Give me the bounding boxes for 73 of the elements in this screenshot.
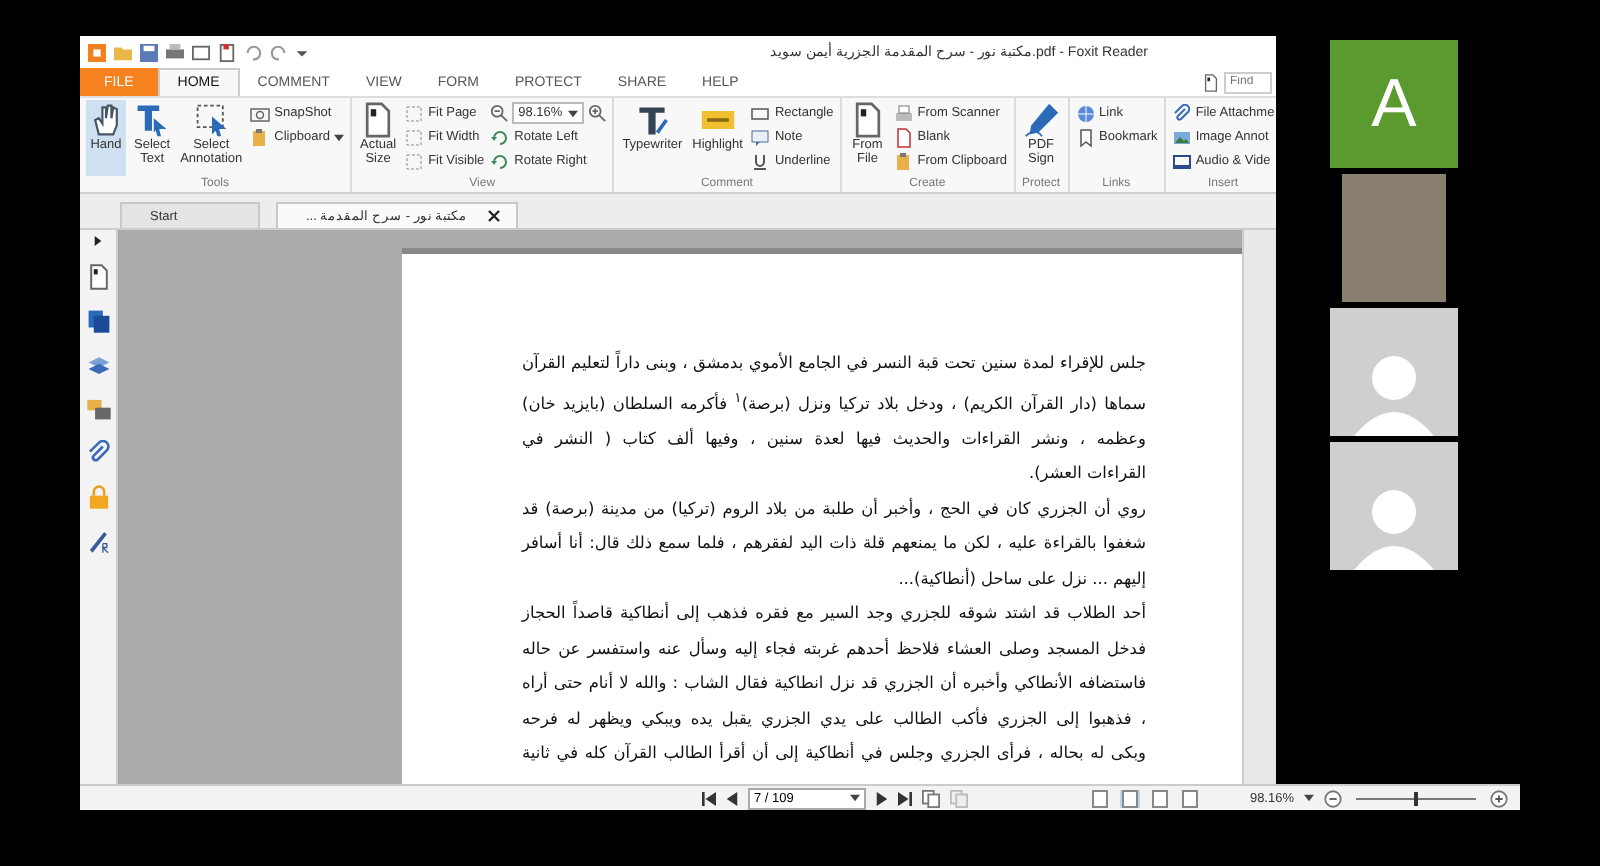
zoom-out-icon[interactable] [490, 104, 509, 122]
note-icon [750, 127, 771, 147]
typewriter-icon [634, 102, 671, 138]
fit-icon [404, 151, 425, 171]
hand-icon [88, 102, 124, 138]
rectangle-icon [750, 103, 771, 123]
previous-page-icon[interactable] [726, 791, 738, 805]
lock-icon [85, 484, 111, 510]
video-icon [1171, 151, 1192, 171]
participant-tile: A [1330, 40, 1458, 168]
app-logo-icon[interactable] [88, 43, 106, 61]
zoom-in-icon[interactable] [588, 104, 607, 122]
text-line: سماها (دار القرآن الكريم) ، ودخل بلاد تركيا ونزل (برصة)$^{١}$ فأكرمه السلطان (بايزيد خان) [522, 387, 1146, 417]
pages-icon [85, 308, 111, 334]
vertical-scrollbar[interactable] [1242, 230, 1276, 784]
text-line: القراءات العشر). [1027, 460, 1146, 487]
text-line: روي أن الجزري كان في الحج ، وأخبر أن طلبة من بلاد الروم (تركيا) من مدينة (برصة) قد [522, 495, 1146, 522]
paperclip-icon [1171, 103, 1192, 123]
image-icon [1171, 127, 1192, 147]
view-mode-button[interactable] [1089, 789, 1110, 807]
view-mode-button[interactable] [1149, 789, 1170, 807]
text-line: وبكى له بحاله ، فرأى الجزري وجلس في أنطاكية إلى أن أقرأ الطالب القرآن كله في ثانية [522, 739, 1146, 767]
document-icon[interactable] [218, 43, 236, 61]
page-icon [85, 264, 111, 290]
rotate-icon [490, 127, 511, 147]
cursor-icon [134, 102, 171, 138]
clipboard-icon [893, 151, 914, 171]
first-page-icon[interactable] [702, 791, 716, 805]
bookmark-icon [1075, 127, 1096, 147]
avatar-silhouette-icon [1354, 486, 1434, 570]
clipboard-icon [250, 127, 271, 147]
zoom-in-icon[interactable] [1490, 789, 1508, 807]
selection-icon [193, 102, 230, 138]
fit-icon [404, 127, 425, 147]
view-mode-button[interactable] [1179, 789, 1200, 807]
close-icon[interactable] [487, 210, 500, 222]
undo-icon[interactable] [244, 43, 262, 61]
text-line: وعظمه ، ونشر القراءات والحديث فيها لعدة سنين ، وفيها ألف كتاب ( النشر في [522, 425, 1146, 452]
layers-icon [85, 352, 111, 378]
view-mode-button[interactable] [1119, 789, 1140, 807]
text-line: إليهم ... نزل على ساحل (أنطاكية)... [896, 565, 1146, 592]
text-line: شغفوا بالقراءة عليه ، لكن ما يمنعهم قلة ذات اليد لفقرهم ، فلما سمع ذلك قال: أنا أسافر [522, 529, 1146, 557]
zoom-out-icon[interactable] [1324, 789, 1342, 807]
redo-icon[interactable] [270, 43, 288, 61]
text-line: أحد الطلاب قد اشتد شوقه للجزري وجد السير مع فقره فذهب إلى أنطاكية قاصداً الحجاز [522, 598, 1146, 627]
caret-icon [334, 133, 344, 141]
underline-icon [750, 151, 771, 171]
expand-icon[interactable] [94, 236, 102, 246]
fit-icon [404, 103, 425, 123]
caret-icon[interactable] [849, 794, 860, 802]
avatar-silhouette-icon [1354, 352, 1434, 436]
window-icon[interactable] [192, 43, 210, 61]
caret-icon[interactable] [568, 109, 579, 117]
scanner-icon [893, 103, 914, 123]
text-line: فدخل المسجد وصلى العشاء فلاحظ أحدهم غربته فجاء إليه وسأل عنه واستفسر عن حاله [522, 635, 1146, 662]
last-page-icon[interactable] [897, 791, 912, 805]
paperclip-icon [85, 440, 111, 466]
camera-icon [250, 103, 271, 123]
blank-page-icon [893, 127, 914, 147]
rotate-icon [490, 151, 511, 171]
pen-icon [1023, 102, 1060, 138]
globe-icon [1075, 103, 1096, 123]
signature-icon [85, 528, 111, 554]
text-line: جلس للإقراء لمدة سنين تحت قبة النسر في الجامع الأموي بدمشق ، وبنى داراً لتعليم القرآن [522, 348, 1146, 376]
comments-icon [85, 396, 111, 422]
text-line: ، فذهبوا إلى الجزري فأكب الطالب على يدي الجزري يقبل يده ويبكي ويظهر له فرحه [522, 705, 1146, 732]
caret-icon[interactable] [1304, 794, 1314, 802]
next-page-icon[interactable] [875, 791, 888, 805]
video-placeholder [1342, 174, 1446, 302]
save-icon[interactable] [140, 43, 158, 61]
page-icon [1202, 73, 1220, 91]
print-icon[interactable] [166, 43, 184, 61]
text-line: فاستضافه الأنطاكي وأخبره أن الجزري قد نزل انطاكية فقال الشاب : والله لا أنام حتى أراه [522, 669, 1146, 697]
